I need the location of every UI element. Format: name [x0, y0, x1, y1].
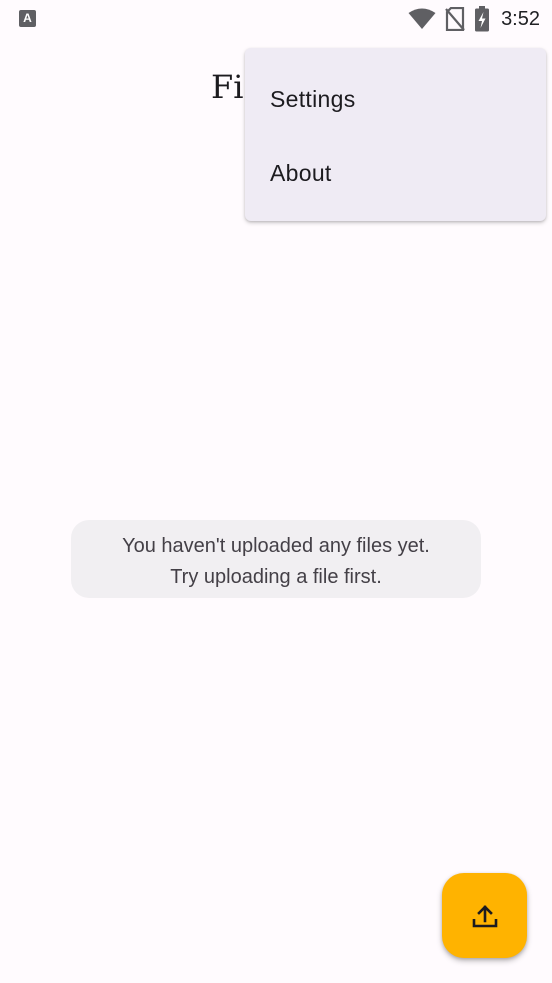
- wifi-icon: [408, 8, 436, 29]
- empty-state-message: You haven't uploaded any files yet.: [122, 535, 430, 557]
- upload-fab[interactable]: [442, 873, 527, 958]
- upload-icon: [472, 904, 497, 927]
- battery-charging-icon: [475, 6, 490, 32]
- status-time: 3:52: [501, 7, 540, 30]
- empty-state-card: You haven't uploaded any files yet. Try …: [71, 520, 481, 598]
- overflow-menu: Settings About: [245, 48, 546, 221]
- menu-item-about[interactable]: About: [245, 136, 546, 210]
- no-sim-icon: [445, 7, 465, 31]
- app-title: Fi: [211, 68, 244, 106]
- status-bar: A 3:52: [0, 0, 552, 40]
- menu-item-settings[interactable]: Settings: [245, 62, 546, 136]
- empty-state-hint: Try uploading a file first.: [170, 566, 382, 588]
- app-notification-icon: A: [19, 10, 36, 27]
- status-icons: 3:52: [408, 6, 540, 32]
